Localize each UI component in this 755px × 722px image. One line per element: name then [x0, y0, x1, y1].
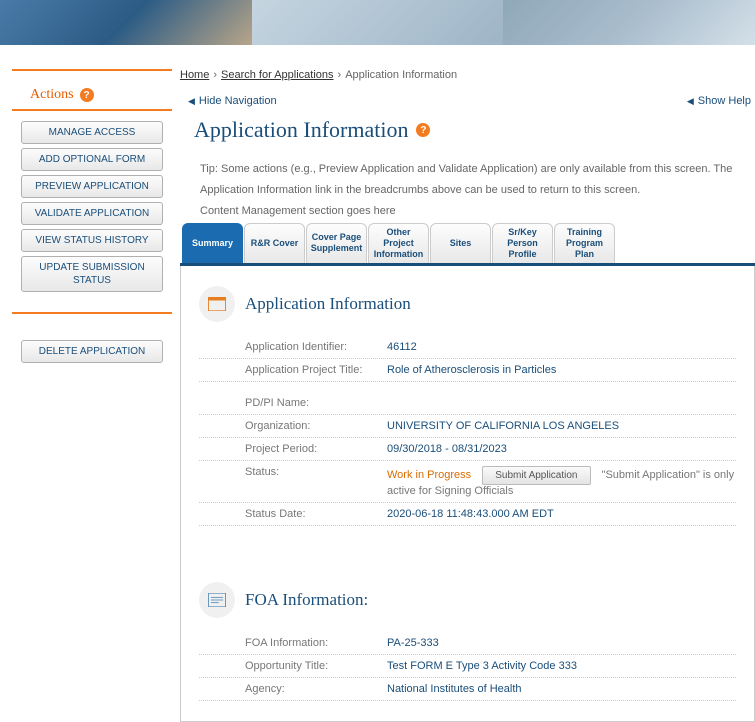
field-status-date: Status Date: 2020-06-18 11:48:43.000 AM …: [199, 503, 736, 526]
breadcrumb: Home›Search for Applications›Application…: [180, 65, 755, 87]
view-status-history-button[interactable]: VIEW STATUS HISTORY: [21, 229, 163, 252]
tip-text: Tip: Some actions (e.g., Preview Applica…: [180, 149, 755, 201]
document-icon: [199, 582, 235, 618]
field-organization: Organization: UNIVERSITY OF CALIFORNIA L…: [199, 415, 736, 438]
document-icon: [199, 286, 235, 322]
tab-cover-page-supplement[interactable]: Cover Page Supplement: [306, 223, 367, 263]
field-app-identifier: Application Identifier: 46112: [199, 336, 736, 359]
add-optional-form-button[interactable]: ADD OPTIONAL FORM: [21, 148, 163, 171]
field-agency: Agency: National Institutes of Health: [199, 678, 736, 701]
validate-application-button[interactable]: VALIDATE APPLICATION: [21, 202, 163, 225]
section-title-foa: FOA Information:: [245, 590, 368, 610]
field-foa-information: FOA Information: PA-25-333: [199, 632, 736, 655]
tab-sites[interactable]: Sites: [430, 223, 491, 263]
field-project-period: Project Period: 09/30/2018 - 08/31/2023: [199, 438, 736, 461]
tab-sr-key-person-profile[interactable]: Sr/Key Person Profile: [492, 223, 553, 263]
help-icon[interactable]: ?: [416, 123, 430, 137]
delete-application-button[interactable]: DELETE APPLICATION: [21, 340, 163, 363]
update-submission-status-button[interactable]: UPDATE SUBMISSION STATUS: [21, 256, 163, 292]
field-project-title: Application Project Title: Role of Ather…: [199, 359, 736, 382]
cms-placeholder: Content Management section goes here: [180, 201, 755, 221]
hide-navigation-link[interactable]: ◀Hide Navigation: [188, 95, 277, 107]
breadcrumb-search[interactable]: Search for Applications: [221, 69, 334, 81]
help-icon[interactable]: ?: [80, 88, 94, 102]
tabs: Summary R&R Cover Cover Page Supplement …: [180, 223, 755, 266]
tab-summary[interactable]: Summary: [182, 223, 243, 263]
tab-other-project-information[interactable]: Other Project Information: [368, 223, 429, 263]
field-status: Status: Work in Progress Submit Applicat…: [199, 461, 736, 503]
arrow-left-icon: ◀: [687, 96, 694, 106]
breadcrumb-home[interactable]: Home: [180, 69, 209, 81]
manage-access-button[interactable]: MANAGE ACCESS: [21, 121, 163, 144]
section-title-appinfo: Application Information: [245, 294, 411, 314]
actions-title: Actions ?: [12, 81, 172, 105]
field-pdpi-name: PD/PI Name:: [199, 392, 736, 415]
page-title: Application Information ?: [180, 107, 755, 149]
tab-training-program-plan[interactable]: Training Program Plan: [554, 223, 615, 263]
arrow-left-icon: ◀: [188, 96, 195, 106]
preview-application-button[interactable]: PREVIEW APPLICATION: [21, 175, 163, 198]
show-help-link[interactable]: ◀Show Help: [687, 95, 751, 107]
field-opportunity-title: Opportunity Title: Test FORM E Type 3 Ac…: [199, 655, 736, 678]
submit-application-button[interactable]: Submit Application: [482, 466, 590, 485]
breadcrumb-current: Application Information: [345, 69, 457, 81]
tab-rr-cover[interactable]: R&R Cover: [244, 223, 305, 263]
